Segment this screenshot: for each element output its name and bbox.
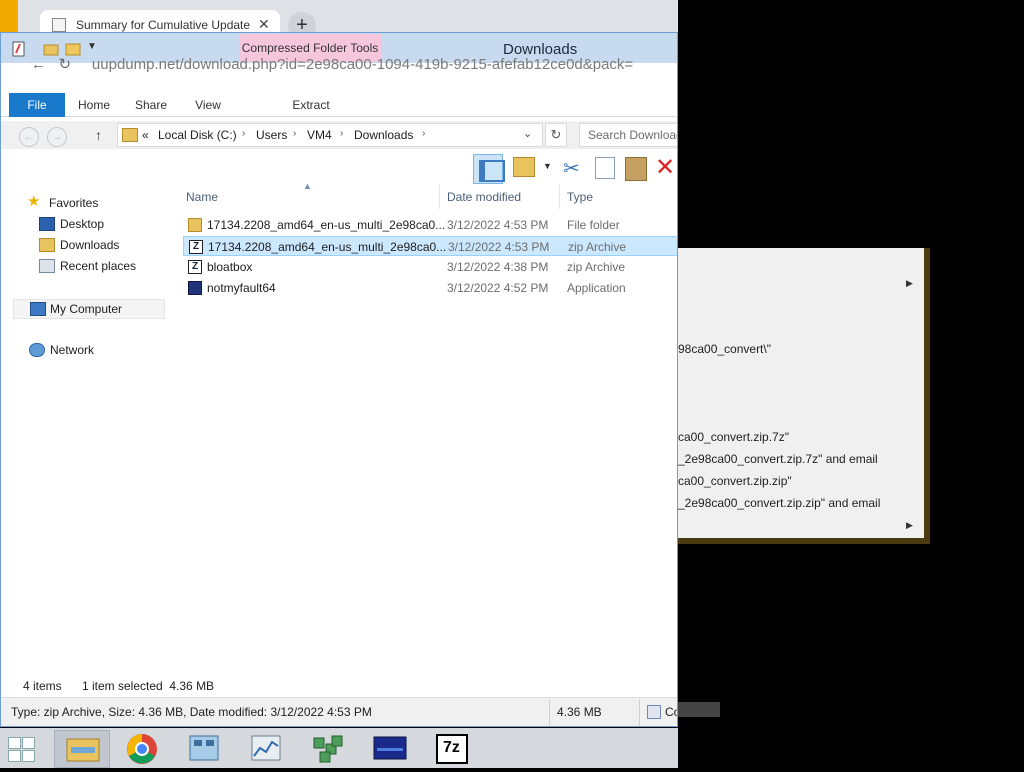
status-divider [639,699,640,726]
7zip-archive-icon: Z [189,240,203,254]
menu-item[interactable]: _2e98ca00_convert.zip.zip" and email [678,496,880,510]
submenu-arrow-icon: ▶ [906,278,913,288]
address-bar[interactable]: « Local Disk (C:) › Users › VM4 › Downlo… [117,123,543,147]
breadcrumb-vm4[interactable]: VM4 [307,128,332,142]
tab-view[interactable]: View [185,93,231,117]
item-count-bar: 4 items 1 item selected 4.36 MB [1,675,677,697]
customize-quick-access-icon[interactable]: ▼ [87,41,99,55]
tab-extract[interactable]: Extract [241,93,381,117]
file-row[interactable]: Z 17134.2208_amd64_en-us_multi_2e98ca0..… [183,236,677,256]
delete-icon[interactable]: ✕ [655,153,675,182]
submenu-arrow-icon: ▶ [906,520,913,530]
file-explorer-icon[interactable] [54,730,110,768]
column-divider[interactable] [439,185,440,209]
nav-my-computer[interactable]: My Computer [13,299,165,319]
remote-desktop-icon[interactable] [362,730,418,768]
breadcrumb-local-disk[interactable]: Local Disk (C:) [158,128,237,142]
menu-item[interactable]: ca00_convert.zip.zip" [678,474,792,488]
start-windows-icon[interactable] [6,735,38,763]
tab-favicon-icon [52,18,66,32]
network-icon[interactable] [300,730,356,768]
preview-pane-icon[interactable] [473,154,505,184]
downloads-folder-icon [39,238,55,252]
forward-button[interactable]: → [47,127,67,147]
selection-summary: 1 item selected 4.36 MB [82,679,215,693]
new-folder-dropdown-icon[interactable]: ▼ [543,161,552,171]
menu-item[interactable]: _2e98ca00_convert.zip.7z" and email [678,452,878,466]
breadcrumb-users[interactable]: Users [256,128,287,142]
computer-zone-icon [647,705,661,719]
column-name[interactable]: Name [186,185,218,209]
performance-monitor-icon[interactable] [238,730,294,768]
up-button[interactable]: ↑ [95,127,109,145]
column-divider[interactable] [559,185,560,209]
status-details: Type: zip Archive, Size: 4.36 MB, Date m… [11,705,372,719]
7zip-label: 7z [443,739,460,756]
cut-icon[interactable]: ✂ [563,156,580,181]
background-browser-url: ← ↻ uupdump.net/download.php?id=2e98ca00… [31,56,634,73]
status-size: 4.36 MB [557,705,602,719]
file-row[interactable]: notmyfault64 3/12/2022 4:52 PM Applicati… [183,278,677,298]
7zip-archive-icon: Z [188,260,202,274]
folder-icon [188,218,202,232]
file-row[interactable]: Z bloatbox 3/12/2022 4:38 PM zip Archive [183,257,677,277]
tab-title: Summary for Cumulative Update [76,18,251,32]
sort-ascending-icon: ▲ [303,181,312,191]
status-bar: Type: zip Archive, Size: 4.36 MB, Date m… [1,697,677,726]
breadcrumb-chevron-icon[interactable]: › [293,128,296,139]
properties-icon[interactable] [11,41,27,57]
paste-icon[interactable] [625,157,647,181]
tab-close-icon[interactable]: ✕ [258,16,270,33]
computer-icon [30,302,46,316]
desktop-icon [39,217,55,231]
new-folder-icon[interactable] [513,157,535,177]
breadcrumb-overflow[interactable]: « [142,128,149,142]
status-divider [549,699,550,726]
refresh-button[interactable]: ↻ [545,123,567,147]
recent-places-icon [39,259,55,273]
breadcrumb-chevron-icon[interactable]: › [422,128,425,139]
tab-home[interactable]: Home [71,93,117,117]
application-icon [188,281,202,295]
background-artifact [678,702,720,717]
status-zone: Co [665,705,677,719]
address-history-chevron-down-icon[interactable]: ⌄ [523,127,537,140]
item-count: 4 items [23,679,62,693]
search-input[interactable]: Search Downloads [579,123,677,147]
star-icon: ★ [27,193,41,210]
menu-item[interactable]: ca00_convert.zip.7z" [678,430,789,444]
tab-share[interactable]: Share [127,93,175,117]
breadcrumb-chevron-icon[interactable]: › [340,128,343,139]
folder-location-icon [122,128,138,142]
explorer-window: ▼ Compressed Folder Tools Downloads ← ↻ … [0,32,678,727]
file-row[interactable]: 17134.2208_amd64_en-us_multi_2e98ca0... … [183,215,677,235]
column-date-modified[interactable]: Date modified [447,185,521,209]
column-type[interactable]: Type [567,185,593,209]
menu-item[interactable]: 98ca00_convert\" [678,342,771,356]
breadcrumb-chevron-icon[interactable]: › [242,128,245,139]
chrome-icon[interactable] [114,730,170,768]
browser-url-text: uupdump.net/download.php?id=2e98ca00-109… [91,56,634,73]
copy-icon[interactable] [595,157,615,179]
breadcrumb-downloads[interactable]: Downloads [354,128,413,142]
back-button[interactable]: ← [19,127,39,147]
context-submenu: ▶ 98ca00_convert\" ca00_convert.zip.7z" … [678,248,930,544]
server-manager-icon[interactable] [176,730,232,768]
7zip-icon[interactable]: 7z [424,730,480,768]
tab-file[interactable]: File [9,93,65,117]
network-icon [29,343,45,357]
